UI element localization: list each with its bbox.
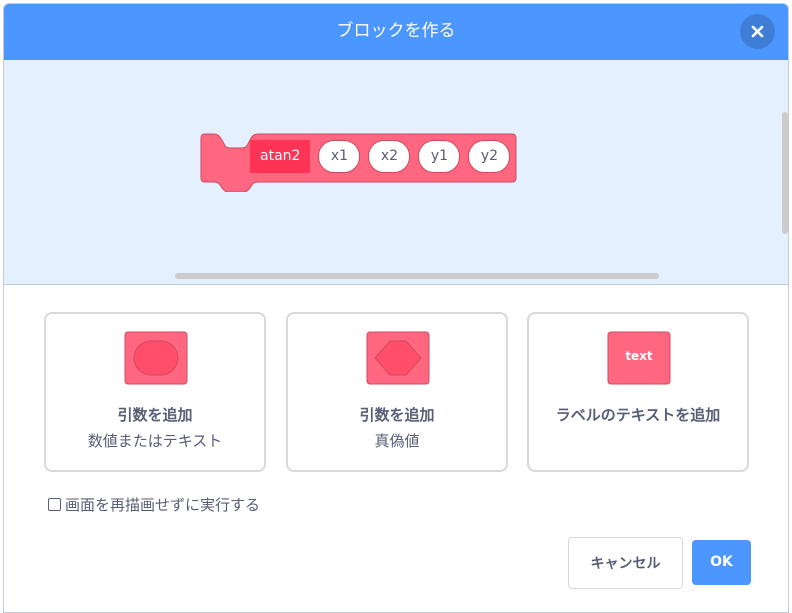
- add-options: 引数を追加 数値またはテキスト 引数を追加 真偽値 text ラベルのテキストを…: [44, 312, 752, 474]
- run-without-refresh-option[interactable]: 画面を再描画せずに実行する: [48, 494, 260, 515]
- option-subtitle: 真偽値: [374, 432, 420, 450]
- run-without-refresh-checkbox[interactable]: [48, 498, 61, 511]
- run-without-refresh-label: 画面を再描画せずに実行する: [65, 496, 261, 514]
- option-title: 引数を追加: [117, 406, 193, 424]
- block-arg-y2[interactable]: y2: [468, 140, 511, 173]
- close-button[interactable]: [740, 14, 775, 49]
- block-arg-x1[interactable]: x1: [318, 140, 361, 173]
- horizontal-scrollbar[interactable]: [175, 273, 659, 279]
- dialog-title: ブロックを作る: [336, 21, 456, 41]
- cancel-button[interactable]: キャンセル: [568, 537, 683, 589]
- add-label-text-button[interactable]: text ラベルのテキストを追加: [527, 312, 749, 472]
- label-text-icon: text: [607, 331, 671, 385]
- option-title: 引数を追加: [359, 406, 435, 424]
- round-input-icon: [124, 331, 188, 385]
- custom-block: atan2 x1 x2 y1 y2: [250, 140, 511, 173]
- block-preview-workspace[interactable]: atan2 x1 x2 y1 y2: [4, 60, 788, 285]
- close-x-icon: [751, 25, 764, 38]
- block-arg-y1[interactable]: y1: [418, 140, 461, 173]
- vertical-scrollbar[interactable]: [782, 112, 788, 234]
- dialog-header: ブロックを作る: [4, 4, 788, 60]
- block-arg-x2[interactable]: x2: [368, 140, 411, 173]
- make-block-dialog: ブロックを作る atan2 x1 x2 y1 y2 引数を追加 数値またはテキス…: [3, 3, 789, 613]
- boolean-input-icon: [366, 331, 430, 385]
- block-name-field[interactable]: atan2: [250, 140, 311, 173]
- add-boolean-input-button[interactable]: 引数を追加 真偽値: [286, 312, 508, 472]
- option-title: ラベルのテキストを追加: [555, 406, 721, 424]
- label-text-icon-caption: text: [625, 349, 653, 363]
- add-number-text-input-button[interactable]: 引数を追加 数値またはテキスト: [44, 312, 266, 472]
- ok-button[interactable]: OK: [692, 540, 751, 585]
- option-subtitle: 数値またはテキスト: [87, 432, 223, 450]
